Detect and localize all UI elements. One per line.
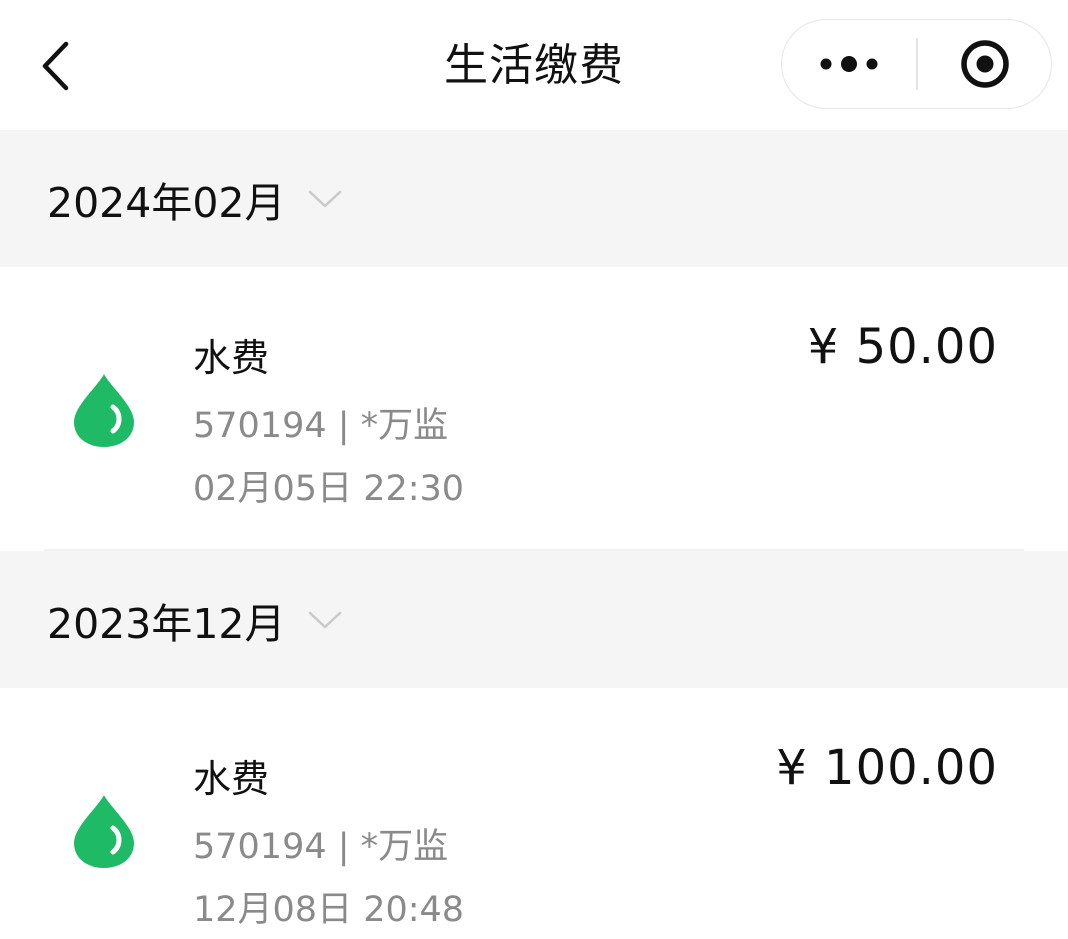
water-drop-icon bbox=[74, 374, 134, 447]
bill-amount: ¥ 50.00 bbox=[807, 319, 998, 375]
chevron-down-icon bbox=[308, 610, 342, 630]
more-button[interactable] bbox=[782, 20, 916, 108]
bill-type: 水费 bbox=[193, 336, 270, 380]
nav-bar: 生活缴费 bbox=[0, 0, 1068, 130]
close-button[interactable] bbox=[918, 20, 1052, 108]
bill-amount: ¥ 100.00 bbox=[776, 740, 998, 796]
mini-program-capsule bbox=[781, 19, 1052, 109]
chevron-down-icon bbox=[308, 189, 342, 209]
page: 生活缴费 2024年02月 水费 ¥ 50.00 570194 | *万监 02… bbox=[0, 0, 1068, 939]
account-info: 570194 | *万监 bbox=[193, 406, 449, 446]
payment-time: 02月05日 22:30 bbox=[193, 469, 465, 509]
account-info: 570194 | *万监 bbox=[193, 827, 449, 867]
payment-time: 12月08日 20:48 bbox=[193, 890, 465, 930]
bill-type: 水费 bbox=[193, 757, 270, 801]
target-close-icon bbox=[961, 40, 1009, 88]
more-dots-icon bbox=[820, 56, 878, 72]
water-drop-icon bbox=[74, 795, 134, 868]
month-selector-1[interactable]: 2024年02月 bbox=[0, 130, 1068, 267]
month-selector-2[interactable]: 2023年12月 bbox=[0, 551, 1068, 688]
month-label: 2023年12月 bbox=[47, 599, 286, 648]
month-label: 2024年02月 bbox=[47, 178, 286, 227]
payment-record[interactable]: 水费 ¥ 100.00 570194 | *万监 12月08日 20:48 bbox=[0, 688, 1068, 939]
payment-record[interactable]: 水费 ¥ 50.00 570194 | *万监 02月05日 22:30 bbox=[0, 267, 1068, 552]
